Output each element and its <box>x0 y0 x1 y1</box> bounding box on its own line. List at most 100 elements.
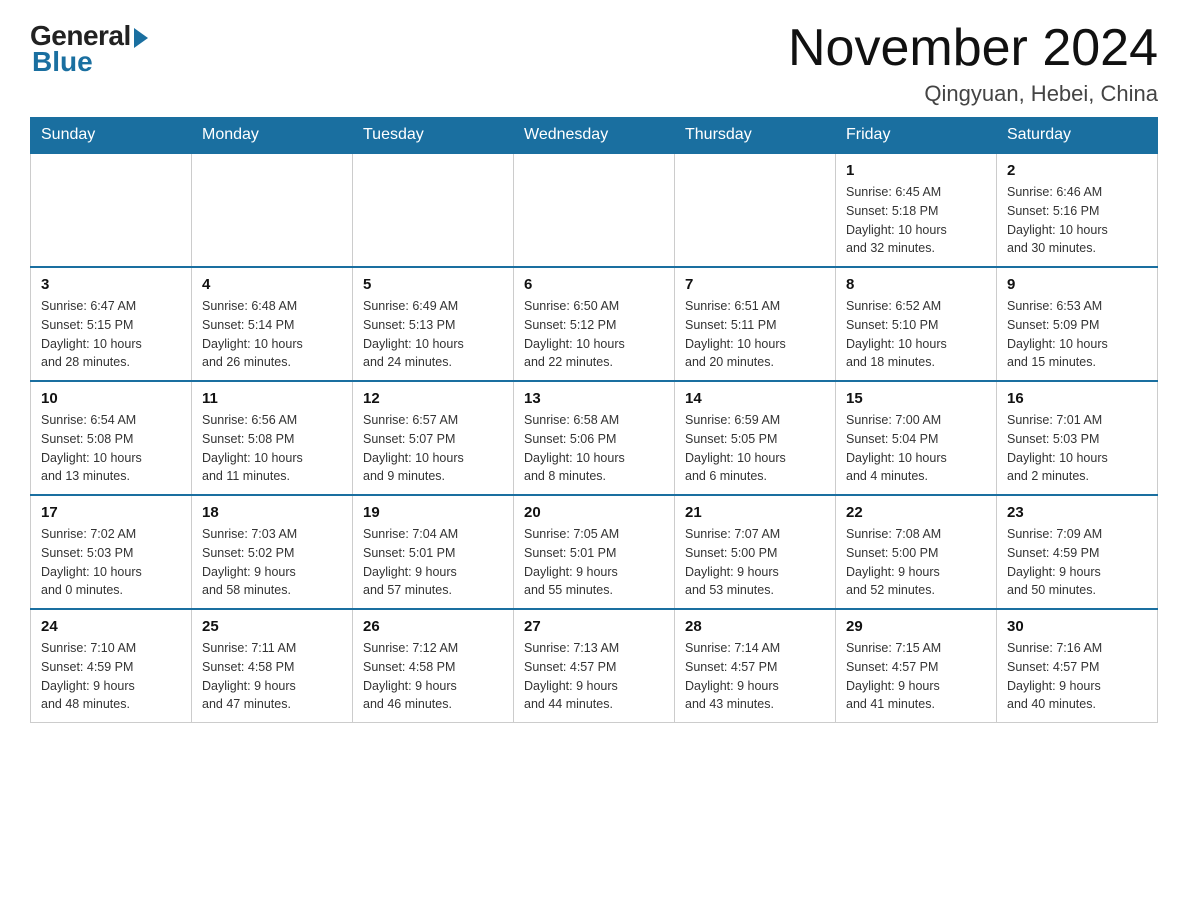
day-cell: 23Sunrise: 7:09 AM Sunset: 4:59 PM Dayli… <box>997 495 1158 609</box>
day-info: Sunrise: 6:51 AM Sunset: 5:11 PM Dayligh… <box>685 297 825 372</box>
day-cell: 15 Sunrise: 7:00 AM Sunset: 5:04 PM Dayli… <box>836 381 997 495</box>
day-number: 27 <box>524 618 664 635</box>
week-row-4: 17Sunrise: 7:02 AM Sunset: 5:03 PM Dayli… <box>31 495 1158 609</box>
week-row-3: 10 Sunrise: 6:54 AM Sunset: 5:08 PM Dayli… <box>31 381 1158 495</box>
day-info: Sunrise: 7:12 AM Sunset: 4:58 PM Dayligh… <box>363 639 503 714</box>
logo-arrow-icon <box>134 28 148 48</box>
day-number: 25 <box>202 618 342 635</box>
day-info: Sunrise: 6:57 AM Sunset: 5:07 PM Dayligh… <box>363 411 503 486</box>
weekday-saturday: Saturday <box>997 118 1158 154</box>
day-number: 23 <box>1007 504 1147 521</box>
day-info: Sunrise: 6:52 AM Sunset: 5:10 PM Dayligh… <box>846 297 986 372</box>
day-cell: 24 Sunrise: 7:10 AM Sunset: 4:59 PM Dayli… <box>31 609 192 723</box>
day-number: 8 <box>846 276 986 293</box>
weekday-row: SundayMondayTuesdayWednesdayThursdayFrid… <box>31 118 1158 154</box>
day-number: 6 <box>524 276 664 293</box>
day-number: 10 <box>41 390 181 407</box>
day-cell <box>192 153 353 267</box>
day-info: Sunrise: 7:11 AM Sunset: 4:58 PM Dayligh… <box>202 639 342 714</box>
day-info: Sunrise: 6:54 AM Sunset: 5:08 PM Dayligh… <box>41 411 181 486</box>
calendar-header: SundayMondayTuesdayWednesdayThursdayFrid… <box>31 118 1158 154</box>
day-info: Sunrise: 7:10 AM Sunset: 4:59 PM Dayligh… <box>41 639 181 714</box>
weekday-tuesday: Tuesday <box>353 118 514 154</box>
week-row-2: 3 Sunrise: 6:47 AM Sunset: 5:15 PM Daylig… <box>31 267 1158 381</box>
day-info: Sunrise: 7:01 AM Sunset: 5:03 PM Dayligh… <box>1007 411 1147 486</box>
day-cell: 10 Sunrise: 6:54 AM Sunset: 5:08 PM Dayli… <box>31 381 192 495</box>
day-info: Sunrise: 7:05 AM Sunset: 5:01 PM Dayligh… <box>524 525 664 600</box>
week-row-1: 1 Sunrise: 6:45 AM Sunset: 5:18 PM Daylig… <box>31 153 1158 267</box>
day-number: 1 <box>846 162 986 179</box>
day-number: 19 <box>363 504 503 521</box>
day-cell: 6 Sunrise: 6:50 AM Sunset: 5:12 PM Daylig… <box>514 267 675 381</box>
day-cell: 30 Sunrise: 7:16 AM Sunset: 4:57 PM Dayli… <box>997 609 1158 723</box>
week-row-5: 24 Sunrise: 7:10 AM Sunset: 4:59 PM Dayli… <box>31 609 1158 723</box>
day-cell: 8 Sunrise: 6:52 AM Sunset: 5:10 PM Daylig… <box>836 267 997 381</box>
day-info: Sunrise: 7:07 AM Sunset: 5:00 PM Dayligh… <box>685 525 825 600</box>
day-cell: 2Sunrise: 6:46 AM Sunset: 5:16 PM Daylig… <box>997 153 1158 267</box>
day-cell: 4 Sunrise: 6:48 AM Sunset: 5:14 PM Daylig… <box>192 267 353 381</box>
day-info: Sunrise: 6:49 AM Sunset: 5:13 PM Dayligh… <box>363 297 503 372</box>
day-cell: 17Sunrise: 7:02 AM Sunset: 5:03 PM Dayli… <box>31 495 192 609</box>
day-cell: 13 Sunrise: 6:58 AM Sunset: 5:06 PM Dayli… <box>514 381 675 495</box>
day-info: Sunrise: 6:46 AM Sunset: 5:16 PM Dayligh… <box>1007 183 1147 258</box>
day-number: 11 <box>202 390 342 407</box>
day-info: Sunrise: 7:14 AM Sunset: 4:57 PM Dayligh… <box>685 639 825 714</box>
day-cell: 19 Sunrise: 7:04 AM Sunset: 5:01 PM Dayli… <box>353 495 514 609</box>
weekday-wednesday: Wednesday <box>514 118 675 154</box>
day-cell: 1 Sunrise: 6:45 AM Sunset: 5:18 PM Daylig… <box>836 153 997 267</box>
day-cell: 28 Sunrise: 7:14 AM Sunset: 4:57 PM Dayli… <box>675 609 836 723</box>
day-info: Sunrise: 6:45 AM Sunset: 5:18 PM Dayligh… <box>846 183 986 258</box>
day-number: 14 <box>685 390 825 407</box>
day-number: 24 <box>41 618 181 635</box>
day-number: 21 <box>685 504 825 521</box>
day-info: Sunrise: 7:13 AM Sunset: 4:57 PM Dayligh… <box>524 639 664 714</box>
day-cell: 21 Sunrise: 7:07 AM Sunset: 5:00 PM Dayli… <box>675 495 836 609</box>
weekday-friday: Friday <box>836 118 997 154</box>
day-cell: 22 Sunrise: 7:08 AM Sunset: 5:00 PM Dayli… <box>836 495 997 609</box>
day-number: 18 <box>202 504 342 521</box>
day-info: Sunrise: 6:53 AM Sunset: 5:09 PM Dayligh… <box>1007 297 1147 372</box>
day-info: Sunrise: 6:48 AM Sunset: 5:14 PM Dayligh… <box>202 297 342 372</box>
day-cell: 25 Sunrise: 7:11 AM Sunset: 4:58 PM Dayli… <box>192 609 353 723</box>
day-info: Sunrise: 6:50 AM Sunset: 5:12 PM Dayligh… <box>524 297 664 372</box>
day-info: Sunrise: 6:47 AM Sunset: 5:15 PM Dayligh… <box>41 297 181 372</box>
day-number: 7 <box>685 276 825 293</box>
weekday-thursday: Thursday <box>675 118 836 154</box>
day-number: 16 <box>1007 390 1147 407</box>
day-cell <box>675 153 836 267</box>
calendar-body: 1 Sunrise: 6:45 AM Sunset: 5:18 PM Daylig… <box>31 153 1158 723</box>
logo: General Blue <box>30 20 148 78</box>
day-cell: 5 Sunrise: 6:49 AM Sunset: 5:13 PM Daylig… <box>353 267 514 381</box>
day-cell: 7 Sunrise: 6:51 AM Sunset: 5:11 PM Daylig… <box>675 267 836 381</box>
day-info: Sunrise: 6:58 AM Sunset: 5:06 PM Dayligh… <box>524 411 664 486</box>
day-info: Sunrise: 7:16 AM Sunset: 4:57 PM Dayligh… <box>1007 639 1147 714</box>
day-cell: 20 Sunrise: 7:05 AM Sunset: 5:01 PM Dayli… <box>514 495 675 609</box>
day-number: 28 <box>685 618 825 635</box>
day-info: Sunrise: 7:00 AM Sunset: 5:04 PM Dayligh… <box>846 411 986 486</box>
day-number: 26 <box>363 618 503 635</box>
page-header: General Blue November 2024 Qingyuan, Heb… <box>30 20 1158 107</box>
day-cell <box>353 153 514 267</box>
day-cell: 26 Sunrise: 7:12 AM Sunset: 4:58 PM Dayli… <box>353 609 514 723</box>
calendar-subtitle: Qingyuan, Hebei, China <box>788 81 1158 107</box>
day-number: 20 <box>524 504 664 521</box>
day-cell: 12Sunrise: 6:57 AM Sunset: 5:07 PM Dayli… <box>353 381 514 495</box>
title-block: November 2024 Qingyuan, Hebei, China <box>788 20 1158 107</box>
day-number: 22 <box>846 504 986 521</box>
calendar-title: November 2024 <box>788 20 1158 77</box>
day-number: 15 <box>846 390 986 407</box>
day-cell <box>31 153 192 267</box>
day-number: 30 <box>1007 618 1147 635</box>
day-info: Sunrise: 6:56 AM Sunset: 5:08 PM Dayligh… <box>202 411 342 486</box>
day-cell: 11 Sunrise: 6:56 AM Sunset: 5:08 PM Dayli… <box>192 381 353 495</box>
day-info: Sunrise: 7:08 AM Sunset: 5:00 PM Dayligh… <box>846 525 986 600</box>
day-info: Sunrise: 7:02 AM Sunset: 5:03 PM Dayligh… <box>41 525 181 600</box>
day-cell: 29Sunrise: 7:15 AM Sunset: 4:57 PM Dayli… <box>836 609 997 723</box>
day-number: 5 <box>363 276 503 293</box>
day-cell: 18Sunrise: 7:03 AM Sunset: 5:02 PM Dayli… <box>192 495 353 609</box>
day-number: 4 <box>202 276 342 293</box>
day-number: 13 <box>524 390 664 407</box>
day-info: Sunrise: 7:04 AM Sunset: 5:01 PM Dayligh… <box>363 525 503 600</box>
day-number: 3 <box>41 276 181 293</box>
day-cell: 3 Sunrise: 6:47 AM Sunset: 5:15 PM Daylig… <box>31 267 192 381</box>
